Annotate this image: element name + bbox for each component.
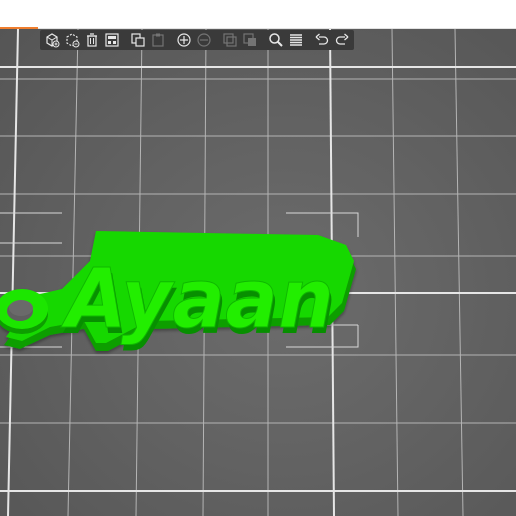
- keychain-model[interactable]: Ayaan Ayaan: [0, 29, 516, 516]
- top-bar: [0, 0, 516, 29]
- 3d-viewport[interactable]: Ayaan Ayaan: [0, 29, 516, 516]
- model-text: Ayaan Ayaan: [60, 252, 336, 354]
- svg-text:Ayaan: Ayaan: [60, 252, 334, 347]
